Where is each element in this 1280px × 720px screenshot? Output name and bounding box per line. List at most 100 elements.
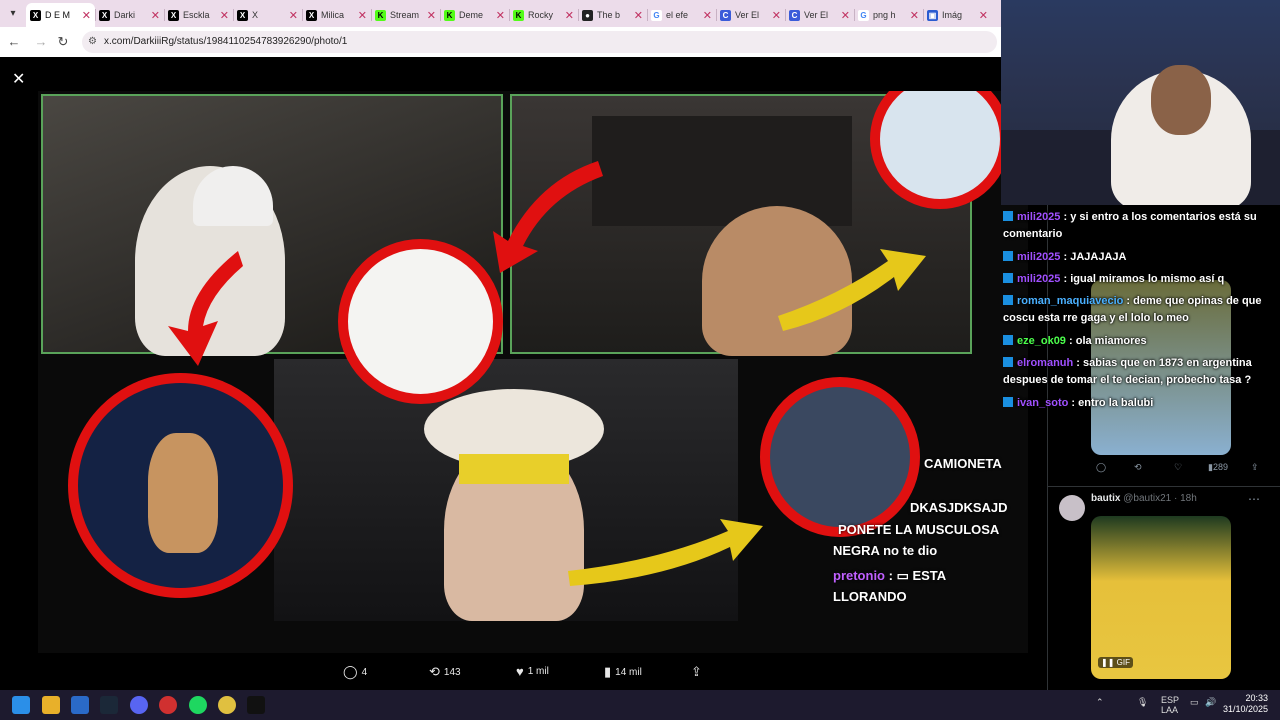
reply-button[interactable]: ◯ 4 bbox=[343, 664, 367, 680]
stream-chat-overlay: mili2025 : y si entro a los comentarios … bbox=[1001, 205, 1280, 415]
kick-icon: K bbox=[513, 9, 524, 21]
close-tab-icon[interactable]: ✕ bbox=[634, 9, 643, 22]
browser-tab[interactable]: X Milica ✕ bbox=[302, 3, 371, 27]
avatar[interactable] bbox=[1059, 495, 1085, 521]
kick-icon: K bbox=[444, 9, 455, 21]
browser-tab[interactable]: Gpng h ✕ bbox=[854, 3, 923, 27]
chat-badge-icon bbox=[1003, 273, 1013, 283]
view-count: 289 bbox=[1212, 462, 1228, 472]
close-tab-icon[interactable]: ✕ bbox=[358, 9, 367, 22]
views-button[interactable]: ▮ 14 mil bbox=[604, 664, 642, 680]
repost-icon[interactable]: ⟲ bbox=[1134, 462, 1142, 473]
tray-chevron-icon[interactable]: ⌃ bbox=[1096, 697, 1104, 708]
close-tab-icon[interactable]: ✕ bbox=[151, 9, 160, 22]
forward-button[interactable]: → bbox=[32, 33, 50, 51]
tweet-author[interactable]: bautix @bautix21 · 18h bbox=[1091, 493, 1197, 504]
browser-tab[interactable]: Gel efe ✕ bbox=[647, 3, 716, 27]
reload-button[interactable]: ↻ bbox=[54, 33, 72, 51]
gif-image[interactable] bbox=[1091, 516, 1231, 679]
steam-icon[interactable] bbox=[100, 696, 118, 714]
share-button[interactable]: ⇪ bbox=[691, 664, 702, 680]
tab-title: D E M bbox=[45, 10, 71, 20]
discord-icon[interactable] bbox=[130, 696, 148, 714]
close-tab-icon[interactable]: ✕ bbox=[910, 9, 919, 22]
clock[interactable]: 20:33 31/10/2025 bbox=[1223, 693, 1268, 715]
browser-tab[interactable]: C Ver El ✕ bbox=[785, 3, 854, 27]
overlay-chat-line: DKASJDKSAJD bbox=[910, 500, 1008, 515]
close-tab-icon[interactable]: ✕ bbox=[772, 9, 781, 22]
browser-tab[interactable]: X X ✕ bbox=[233, 3, 302, 27]
overlay-chat-username: pretonio bbox=[833, 568, 885, 583]
close-tab-icon[interactable]: ✕ bbox=[703, 9, 712, 22]
chat-message: mili2025 : y si entro a los comentarios … bbox=[1003, 209, 1275, 243]
arrow-red bbox=[493, 161, 603, 273]
chat-separator: : bbox=[1065, 335, 1076, 347]
url-text: x.com/DarkiiiRg/status/19841102547839262… bbox=[104, 36, 348, 47]
close-tab-icon[interactable]: ✕ bbox=[427, 9, 436, 22]
close-tab-icon[interactable]: ✕ bbox=[841, 9, 850, 22]
chat-text: igual miramos lo mismo así q bbox=[1070, 273, 1225, 285]
volume-icon[interactable]: 🔊 bbox=[1205, 697, 1216, 708]
chat-badge-icon bbox=[1003, 335, 1013, 345]
browser-tab[interactable]: ▣ Imág ✕ bbox=[923, 3, 992, 27]
overlay-chat-separator: : ▭ bbox=[888, 568, 913, 583]
github-icon: ● bbox=[582, 9, 593, 21]
overlay-chat-text: ESTA bbox=[912, 568, 947, 583]
tiktok-icon[interactable] bbox=[247, 696, 265, 714]
windows-start-icon[interactable] bbox=[12, 696, 30, 714]
repost-button[interactable]: ⟲ 143 bbox=[429, 664, 461, 680]
overlay-chat-line: PONETE LA MUSCULOSA bbox=[838, 522, 1000, 537]
tab-title: Imág bbox=[942, 10, 963, 20]
views-button[interactable]: ▮ 289 bbox=[1208, 462, 1228, 473]
outlook-icon[interactable] bbox=[71, 696, 89, 714]
navigation-bar: ← → ↻ ⚙ x.com/DarkiiiRg/status/198411025… bbox=[0, 27, 1001, 57]
streamer-webcam bbox=[1001, 0, 1280, 205]
x-icon: X bbox=[168, 9, 179, 21]
browser-tab[interactable]: X Esckla ✕ bbox=[164, 3, 233, 27]
close-tab-icon[interactable]: ✕ bbox=[220, 9, 229, 22]
share-icon[interactable]: ⇪ bbox=[1251, 462, 1259, 473]
chrome-icon[interactable] bbox=[218, 696, 236, 714]
tab-title: Darki bbox=[114, 10, 136, 20]
browser-tab[interactable]: ● The b ✕ bbox=[578, 3, 647, 27]
close-icon[interactable]: ✕ bbox=[12, 69, 25, 89]
google-icon: G bbox=[651, 9, 662, 21]
reply-icon[interactable]: ◯ bbox=[1096, 462, 1106, 473]
microphone-icon[interactable]: 🎙 bbox=[1137, 697, 1148, 708]
chat-message: mili2025 : JAJAJAJA bbox=[1003, 249, 1275, 266]
close-tab-icon[interactable]: ✕ bbox=[979, 9, 988, 22]
browser-tab[interactable]: K Rocky ✕ bbox=[509, 3, 578, 27]
close-tab-icon[interactable]: ✕ bbox=[496, 9, 505, 22]
browser-tab[interactable]: C Ver El ✕ bbox=[716, 3, 785, 27]
spotify-icon[interactable] bbox=[189, 696, 207, 714]
heart-icon[interactable]: ♡ bbox=[1174, 462, 1182, 473]
chat-message: ivan_soto : entro la balubi bbox=[1003, 395, 1275, 412]
browser-tab[interactable]: K Stream ✕ bbox=[371, 3, 440, 27]
language-indicator[interactable]: ESP LAA bbox=[1161, 695, 1179, 715]
file-explorer-icon[interactable] bbox=[42, 696, 60, 714]
browser-tab[interactable]: K Deme ✕ bbox=[440, 3, 509, 27]
copilot-icon: C bbox=[720, 9, 731, 21]
close-tab-icon[interactable]: ✕ bbox=[289, 9, 298, 22]
site-info-icon[interactable]: ⚙ bbox=[88, 36, 97, 48]
browser-tab[interactable]: X D E M ✕ bbox=[26, 3, 95, 27]
arrow-yellow bbox=[568, 519, 763, 586]
address-bar[interactable]: ⚙ x.com/DarkiiiRg/status/198411025478392… bbox=[82, 31, 997, 53]
tab-title: The b bbox=[597, 10, 621, 20]
browser-tab[interactable]: X Darki ✕ bbox=[95, 3, 164, 27]
back-button[interactable]: ← bbox=[5, 33, 23, 51]
close-tab-icon[interactable]: ✕ bbox=[565, 9, 574, 22]
bar-chart-icon: ▮ bbox=[604, 664, 612, 679]
gif-badge[interactable]: ❚❚ GIF bbox=[1098, 657, 1133, 668]
tweet-actions: ◯ ⟲ ♡ ▮ 289 ⇪ bbox=[1096, 462, 1276, 478]
chat-badge-icon bbox=[1003, 397, 1013, 407]
like-button[interactable]: ♥ 1 mil bbox=[516, 664, 549, 679]
app-icon[interactable] bbox=[159, 696, 177, 714]
tab-search-icon[interactable]: ▾ bbox=[4, 5, 22, 23]
close-tab-icon[interactable]: ✕ bbox=[82, 9, 91, 22]
arrow-red bbox=[168, 251, 243, 366]
more-icon[interactable]: ⋯ bbox=[1248, 492, 1260, 506]
tab-title: Stream bbox=[390, 10, 420, 20]
network-icon[interactable]: ▭ bbox=[1190, 697, 1199, 708]
streamer-head bbox=[1151, 65, 1211, 135]
